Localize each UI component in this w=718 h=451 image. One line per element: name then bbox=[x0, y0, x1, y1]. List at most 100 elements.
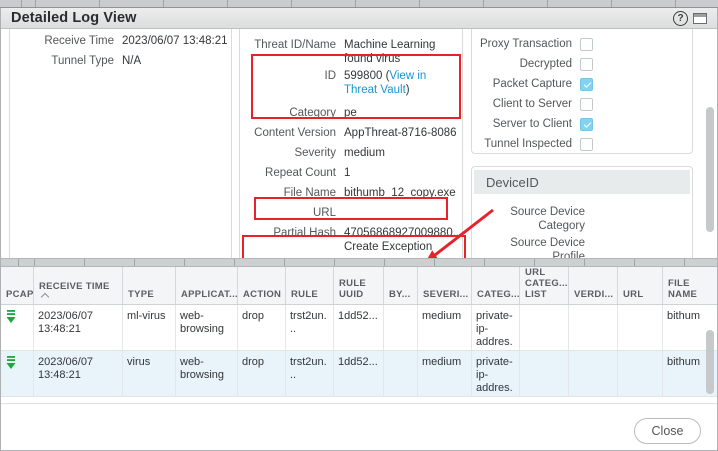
field-value: Machine Learning found virus bbox=[344, 39, 436, 65]
field-label: URL bbox=[312, 207, 336, 219]
field-row-severity: Severity medium bbox=[240, 143, 462, 163]
pcap-download-icon[interactable] bbox=[5, 356, 17, 370]
cell-severity: medium bbox=[418, 305, 472, 350]
field-label: Repeat Count bbox=[265, 167, 336, 179]
cell-url-category-list bbox=[520, 351, 569, 396]
col-header-url-category-list[interactable]: URL CATEG... LIST bbox=[520, 267, 569, 304]
cell-rule: trst2un... bbox=[286, 351, 334, 396]
table-scrollbar-thumb[interactable] bbox=[706, 330, 714, 394]
cell-rule: trst2un... bbox=[286, 305, 334, 350]
field-value bbox=[336, 203, 462, 206]
deviceid-section-header: DeviceID bbox=[474, 170, 690, 194]
field-label: Threat ID/Name bbox=[254, 39, 336, 51]
col-header-severity[interactable]: SEVERI... bbox=[418, 267, 472, 304]
tunnel-inspected-checkbox[interactable] bbox=[580, 137, 593, 151]
cell-bytes bbox=[384, 305, 418, 350]
cell-receive-time: 2023/06/07 13:48:21 bbox=[34, 351, 123, 396]
help-icon[interactable]: ? bbox=[673, 10, 688, 26]
checkbox-label: Decrypted bbox=[519, 58, 572, 70]
col-header-file-name[interactable]: FILE NAME bbox=[663, 267, 718, 304]
field-label: Source Device Profile bbox=[510, 237, 585, 258]
field-label: Partial Hash bbox=[273, 227, 336, 239]
cell-action: drop bbox=[238, 305, 286, 350]
close-button[interactable]: Close bbox=[634, 418, 701, 444]
cell-application: web-browsing bbox=[176, 351, 238, 396]
cell-verdict bbox=[569, 305, 618, 350]
field-row-url: URL bbox=[240, 203, 462, 223]
field-label: Source Device Category bbox=[510, 206, 585, 232]
pcap-cell bbox=[1, 351, 34, 396]
client-to-server-checkbox[interactable] bbox=[580, 97, 593, 111]
dialog-title: Detailed Log View bbox=[11, 10, 137, 26]
field-label: Content Version bbox=[254, 127, 336, 139]
col-header-action[interactable]: ACTION bbox=[238, 267, 286, 304]
field-label: Tunnel Type bbox=[51, 55, 114, 67]
field-value: AppThreat-8716-8086 bbox=[344, 127, 457, 139]
detail-scrollbar-thumb[interactable] bbox=[706, 107, 714, 232]
field-value: 1 bbox=[344, 167, 351, 179]
field-value: medium bbox=[344, 147, 385, 159]
server-to-client-checkbox[interactable] bbox=[580, 117, 593, 131]
col-header-verdict[interactable]: VERDI... bbox=[569, 267, 618, 304]
field-label: Category bbox=[289, 107, 336, 119]
cell-application: web-browsing bbox=[176, 305, 238, 350]
field-row: Receive Time 2023/06/07 13:48:21 bbox=[10, 31, 231, 51]
cell-type: virus bbox=[123, 351, 176, 396]
background-page-strip bbox=[0, 0, 718, 8]
cell-rule-uuid: 1dd52... bbox=[334, 351, 384, 396]
field-label: Receive Time bbox=[44, 35, 114, 47]
table-row[interactable]: 2023/06/07 13:48:21 ml-virus web-browsin… bbox=[1, 305, 717, 351]
field-row-category: Category pe bbox=[240, 103, 462, 123]
cell-url bbox=[618, 305, 663, 350]
cell-url-category-list bbox=[520, 305, 569, 350]
col-header-application[interactable]: APPLICAT... bbox=[176, 267, 238, 304]
field-row-file-name: File Name bithumb_12_copy.exe bbox=[240, 183, 462, 203]
flag-row: Server to Client bbox=[472, 114, 692, 134]
cell-action: drop bbox=[238, 351, 286, 396]
dialog: Detailed Log View ? Receive Time 2023/06… bbox=[0, 8, 718, 451]
titlebar-icons: ? bbox=[673, 10, 707, 26]
field-row-id: ID 599800 (View in Threat Vault) bbox=[240, 66, 462, 97]
field-label: Severity bbox=[294, 147, 336, 159]
field-row-threat-id-name: Threat ID/Name Machine Learning found vi… bbox=[240, 35, 462, 66]
col-header-rule-uuid[interactable]: RULE UUID bbox=[334, 267, 384, 304]
field-label: ID bbox=[324, 70, 337, 82]
cell-receive-time: 2023/06/07 13:48:21 bbox=[34, 305, 123, 350]
deviceid-panel: DeviceID Source Device Category Source D… bbox=[471, 166, 693, 258]
dialog-titlebar: Detailed Log View ? bbox=[1, 8, 717, 29]
field-row-repeat-count: Repeat Count 1 bbox=[240, 163, 462, 183]
cell-category: private-ip-addres... bbox=[472, 305, 520, 350]
threat-details-panel: Threat ID/Name Machine Learning found vi… bbox=[239, 29, 463, 258]
field-row-content-version: Content Version AppThreat-8716-8086 bbox=[240, 123, 462, 143]
field-row: Source Device Category bbox=[472, 202, 692, 233]
field-value: N/A bbox=[122, 55, 142, 67]
col-header-receive-time[interactable]: RECEIVE TIME bbox=[34, 267, 123, 304]
cell-category: private-ip-addres... bbox=[472, 351, 520, 396]
horizontal-scrollbar[interactable] bbox=[1, 258, 717, 267]
flag-row: Tunnel Inspected bbox=[472, 134, 692, 154]
create-exception-text[interactable]: Create Exception bbox=[344, 240, 462, 254]
checkbox-label: Packet Capture bbox=[492, 78, 572, 90]
decrypted-checkbox[interactable] bbox=[580, 57, 593, 71]
pcap-download-icon[interactable] bbox=[5, 310, 17, 324]
col-header-url[interactable]: URL bbox=[618, 267, 663, 304]
col-header-pcap[interactable]: PCAP bbox=[1, 267, 34, 304]
col-header-bytes[interactable]: BY... bbox=[384, 267, 418, 304]
cell-verdict bbox=[569, 351, 618, 396]
field-row: Source Device Profile bbox=[472, 233, 692, 258]
table-row[interactable]: 2023/06/07 13:48:21 virus web-browsing d… bbox=[1, 351, 717, 397]
window-icon[interactable] bbox=[693, 12, 707, 24]
partial-hash-value: 47056868927009880... bbox=[344, 227, 463, 239]
field-label: File Name bbox=[283, 187, 336, 199]
proxy-transaction-checkbox[interactable] bbox=[580, 37, 593, 51]
field-value: bithumb_12_copy.exe bbox=[344, 187, 456, 199]
id-value-suffix: ) bbox=[405, 84, 410, 96]
col-header-type[interactable]: TYPE bbox=[123, 267, 176, 304]
packet-capture-checkbox[interactable] bbox=[580, 77, 593, 91]
flags-panel: Proxy Transaction Decrypted Packet Captu… bbox=[471, 29, 693, 154]
col-header-rule[interactable]: RULE bbox=[286, 267, 334, 304]
col-header-category[interactable]: CATEG... bbox=[472, 267, 520, 304]
flag-row: Client to Server bbox=[472, 94, 692, 114]
detailed-log-view-dialog: Detailed Log View ? Receive Time 2023/06… bbox=[0, 0, 718, 451]
field-value: 47056868927009880... Create Exception bbox=[336, 223, 464, 254]
